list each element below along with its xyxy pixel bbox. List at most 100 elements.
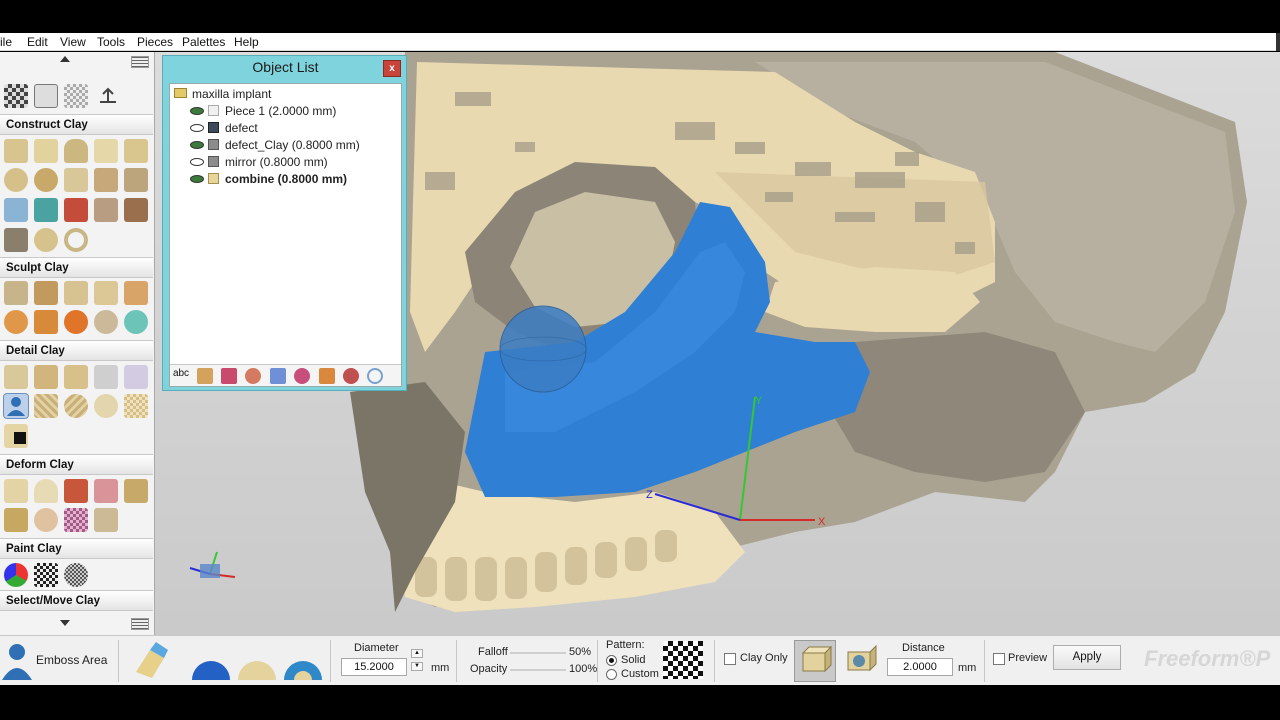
construct-tool-17-icon[interactable]: [34, 228, 58, 252]
object-list-title[interactable]: Object List: [163, 59, 408, 75]
detail-tool-4-icon[interactable]: [94, 365, 118, 389]
detail-tool-5-icon[interactable]: [124, 365, 148, 389]
tree-item-defect[interactable]: defect: [170, 120, 400, 137]
construct-tool-12-icon[interactable]: [34, 198, 58, 222]
mirror-icon[interactable]: [245, 368, 261, 384]
deform-tool-3-icon[interactable]: [64, 479, 88, 503]
sculpt-tool-1-icon[interactable]: [4, 281, 28, 305]
combine-icon[interactable]: [270, 368, 286, 384]
construct-tool-6-icon[interactable]: [4, 168, 28, 192]
sculpt-tool-8-icon[interactable]: [64, 310, 88, 334]
construct-tool-8-icon[interactable]: [64, 168, 88, 192]
falloff-slider[interactable]: [510, 652, 566, 654]
palette-menu-bottom-icon[interactable]: [131, 618, 149, 630]
detail-tool-2-icon[interactable]: [34, 365, 58, 389]
construct-tool-18-icon[interactable]: [64, 228, 88, 252]
detail-tool-3-icon[interactable]: [64, 365, 88, 389]
deform-tool-9-icon[interactable]: [94, 508, 118, 532]
construct-tool-16-icon[interactable]: [4, 228, 28, 252]
new-piece-icon[interactable]: [197, 368, 213, 384]
construct-tool-13-icon[interactable]: [64, 198, 88, 222]
construct-tool-2-icon[interactable]: [34, 139, 58, 163]
duplicate-icon[interactable]: [221, 368, 237, 384]
detail-tool-10-icon[interactable]: [124, 394, 148, 418]
checker-icon[interactable]: [4, 84, 28, 108]
menu-file[interactable]: ile: [0, 35, 12, 49]
deform-tool-2-icon[interactable]: [34, 479, 58, 503]
construct-tool-4-icon[interactable]: [94, 139, 118, 163]
menu-view[interactable]: View: [60, 35, 86, 49]
detail-tool-11-icon[interactable]: [4, 424, 28, 448]
construct-tool-10-icon[interactable]: [124, 168, 148, 192]
opacity-slider[interactable]: [510, 669, 566, 671]
brush-dome-icon[interactable]: [236, 646, 278, 680]
detail-tool-1-icon[interactable]: [4, 365, 28, 389]
menu-pieces[interactable]: Pieces: [137, 35, 173, 49]
visibility-eye-icon[interactable]: [190, 107, 204, 115]
deform-tool-6-icon[interactable]: [4, 508, 28, 532]
delete-icon[interactable]: [343, 368, 359, 384]
construct-tool-14-icon[interactable]: [94, 198, 118, 222]
deform-tool-1-icon[interactable]: [4, 479, 28, 503]
visibility-eye-icon[interactable]: [190, 141, 204, 149]
tree-item-piece1[interactable]: Piece 1 (2.0000 mm): [170, 103, 400, 120]
brush-ring-icon[interactable]: [282, 646, 324, 680]
distance-input[interactable]: 2.0000: [887, 658, 953, 676]
pattern-solid-radio[interactable]: [606, 655, 617, 666]
menu-edit[interactable]: Edit: [27, 35, 48, 49]
sculpt-tool-5-icon[interactable]: [124, 281, 148, 305]
detail-tool-9-icon[interactable]: [94, 394, 118, 418]
deform-tool-7-icon[interactable]: [34, 508, 58, 532]
rename-button[interactable]: abc: [172, 368, 190, 384]
pattern-swatch-icon[interactable]: [663, 641, 703, 679]
palette-scroll-up[interactable]: [60, 56, 70, 62]
object-list-window[interactable]: Object List x maxilla implant Piece 1 (2…: [162, 55, 407, 391]
section-paint-clay[interactable]: Paint Clay: [0, 538, 153, 559]
paint-color-icon[interactable]: [4, 563, 28, 587]
diameter-up-button[interactable]: ▲: [411, 649, 423, 658]
section-construct-clay[interactable]: Construct Clay: [0, 114, 153, 135]
pattern-custom-radio[interactable]: [606, 669, 617, 680]
visibility-eye-icon[interactable]: [190, 158, 204, 166]
tree-item-combine[interactable]: combine (0.8000 mm): [170, 171, 400, 188]
tree-item-defect-clay[interactable]: defect_Clay (0.8000 mm): [170, 137, 400, 154]
visibility-eye-icon[interactable]: [190, 175, 204, 183]
construct-tool-7-icon[interactable]: [34, 168, 58, 192]
sculpt-tool-10-icon[interactable]: [124, 310, 148, 334]
detail-tool-8-icon[interactable]: [64, 394, 88, 418]
emboss-area-tool-icon[interactable]: [3, 393, 29, 419]
apply-button[interactable]: Apply: [1053, 645, 1121, 670]
menu-palettes[interactable]: Palettes: [182, 35, 225, 49]
sculpt-tool-6-icon[interactable]: [4, 310, 28, 334]
deform-tool-8-icon[interactable]: [64, 508, 88, 532]
construct-tool-11-icon[interactable]: [4, 198, 28, 222]
diameter-down-button[interactable]: ▼: [411, 662, 423, 671]
sculpt-tool-9-icon[interactable]: [94, 310, 118, 334]
grid-icon[interactable]: [34, 84, 58, 108]
sculpt-tool-4-icon[interactable]: [94, 281, 118, 305]
mode-raise-button[interactable]: [794, 640, 836, 682]
texture-icon[interactable]: [64, 84, 88, 108]
detail-tool-7-icon[interactable]: [34, 394, 58, 418]
palette-menu-icon[interactable]: [131, 56, 149, 68]
paint-pattern-icon[interactable]: [34, 563, 58, 587]
paint-texture-icon[interactable]: [64, 563, 88, 587]
construct-tool-9-icon[interactable]: [94, 168, 118, 192]
construct-tool-15-icon[interactable]: [124, 198, 148, 222]
construct-tool-1-icon[interactable]: [4, 139, 28, 163]
subtract-icon[interactable]: [294, 368, 310, 384]
brush-sphere-icon[interactable]: [190, 646, 232, 680]
intersect-icon[interactable]: [319, 368, 335, 384]
menu-tools[interactable]: Tools: [97, 35, 125, 49]
clay-only-checkbox[interactable]: [724, 653, 736, 665]
tree-item-mirror[interactable]: mirror (0.8000 mm): [170, 154, 400, 171]
eraser-icon[interactable]: [130, 642, 170, 678]
section-sculpt-clay[interactable]: Sculpt Clay: [0, 257, 153, 278]
sculpt-tool-3-icon[interactable]: [64, 281, 88, 305]
construct-tool-5-icon[interactable]: [124, 139, 148, 163]
sculpt-tool-2-icon[interactable]: [34, 281, 58, 305]
diameter-input[interactable]: 15.2000: [341, 658, 407, 676]
deform-tool-5-icon[interactable]: [124, 479, 148, 503]
deform-tool-4-icon[interactable]: [94, 479, 118, 503]
palette-scroll-down[interactable]: [60, 620, 70, 626]
